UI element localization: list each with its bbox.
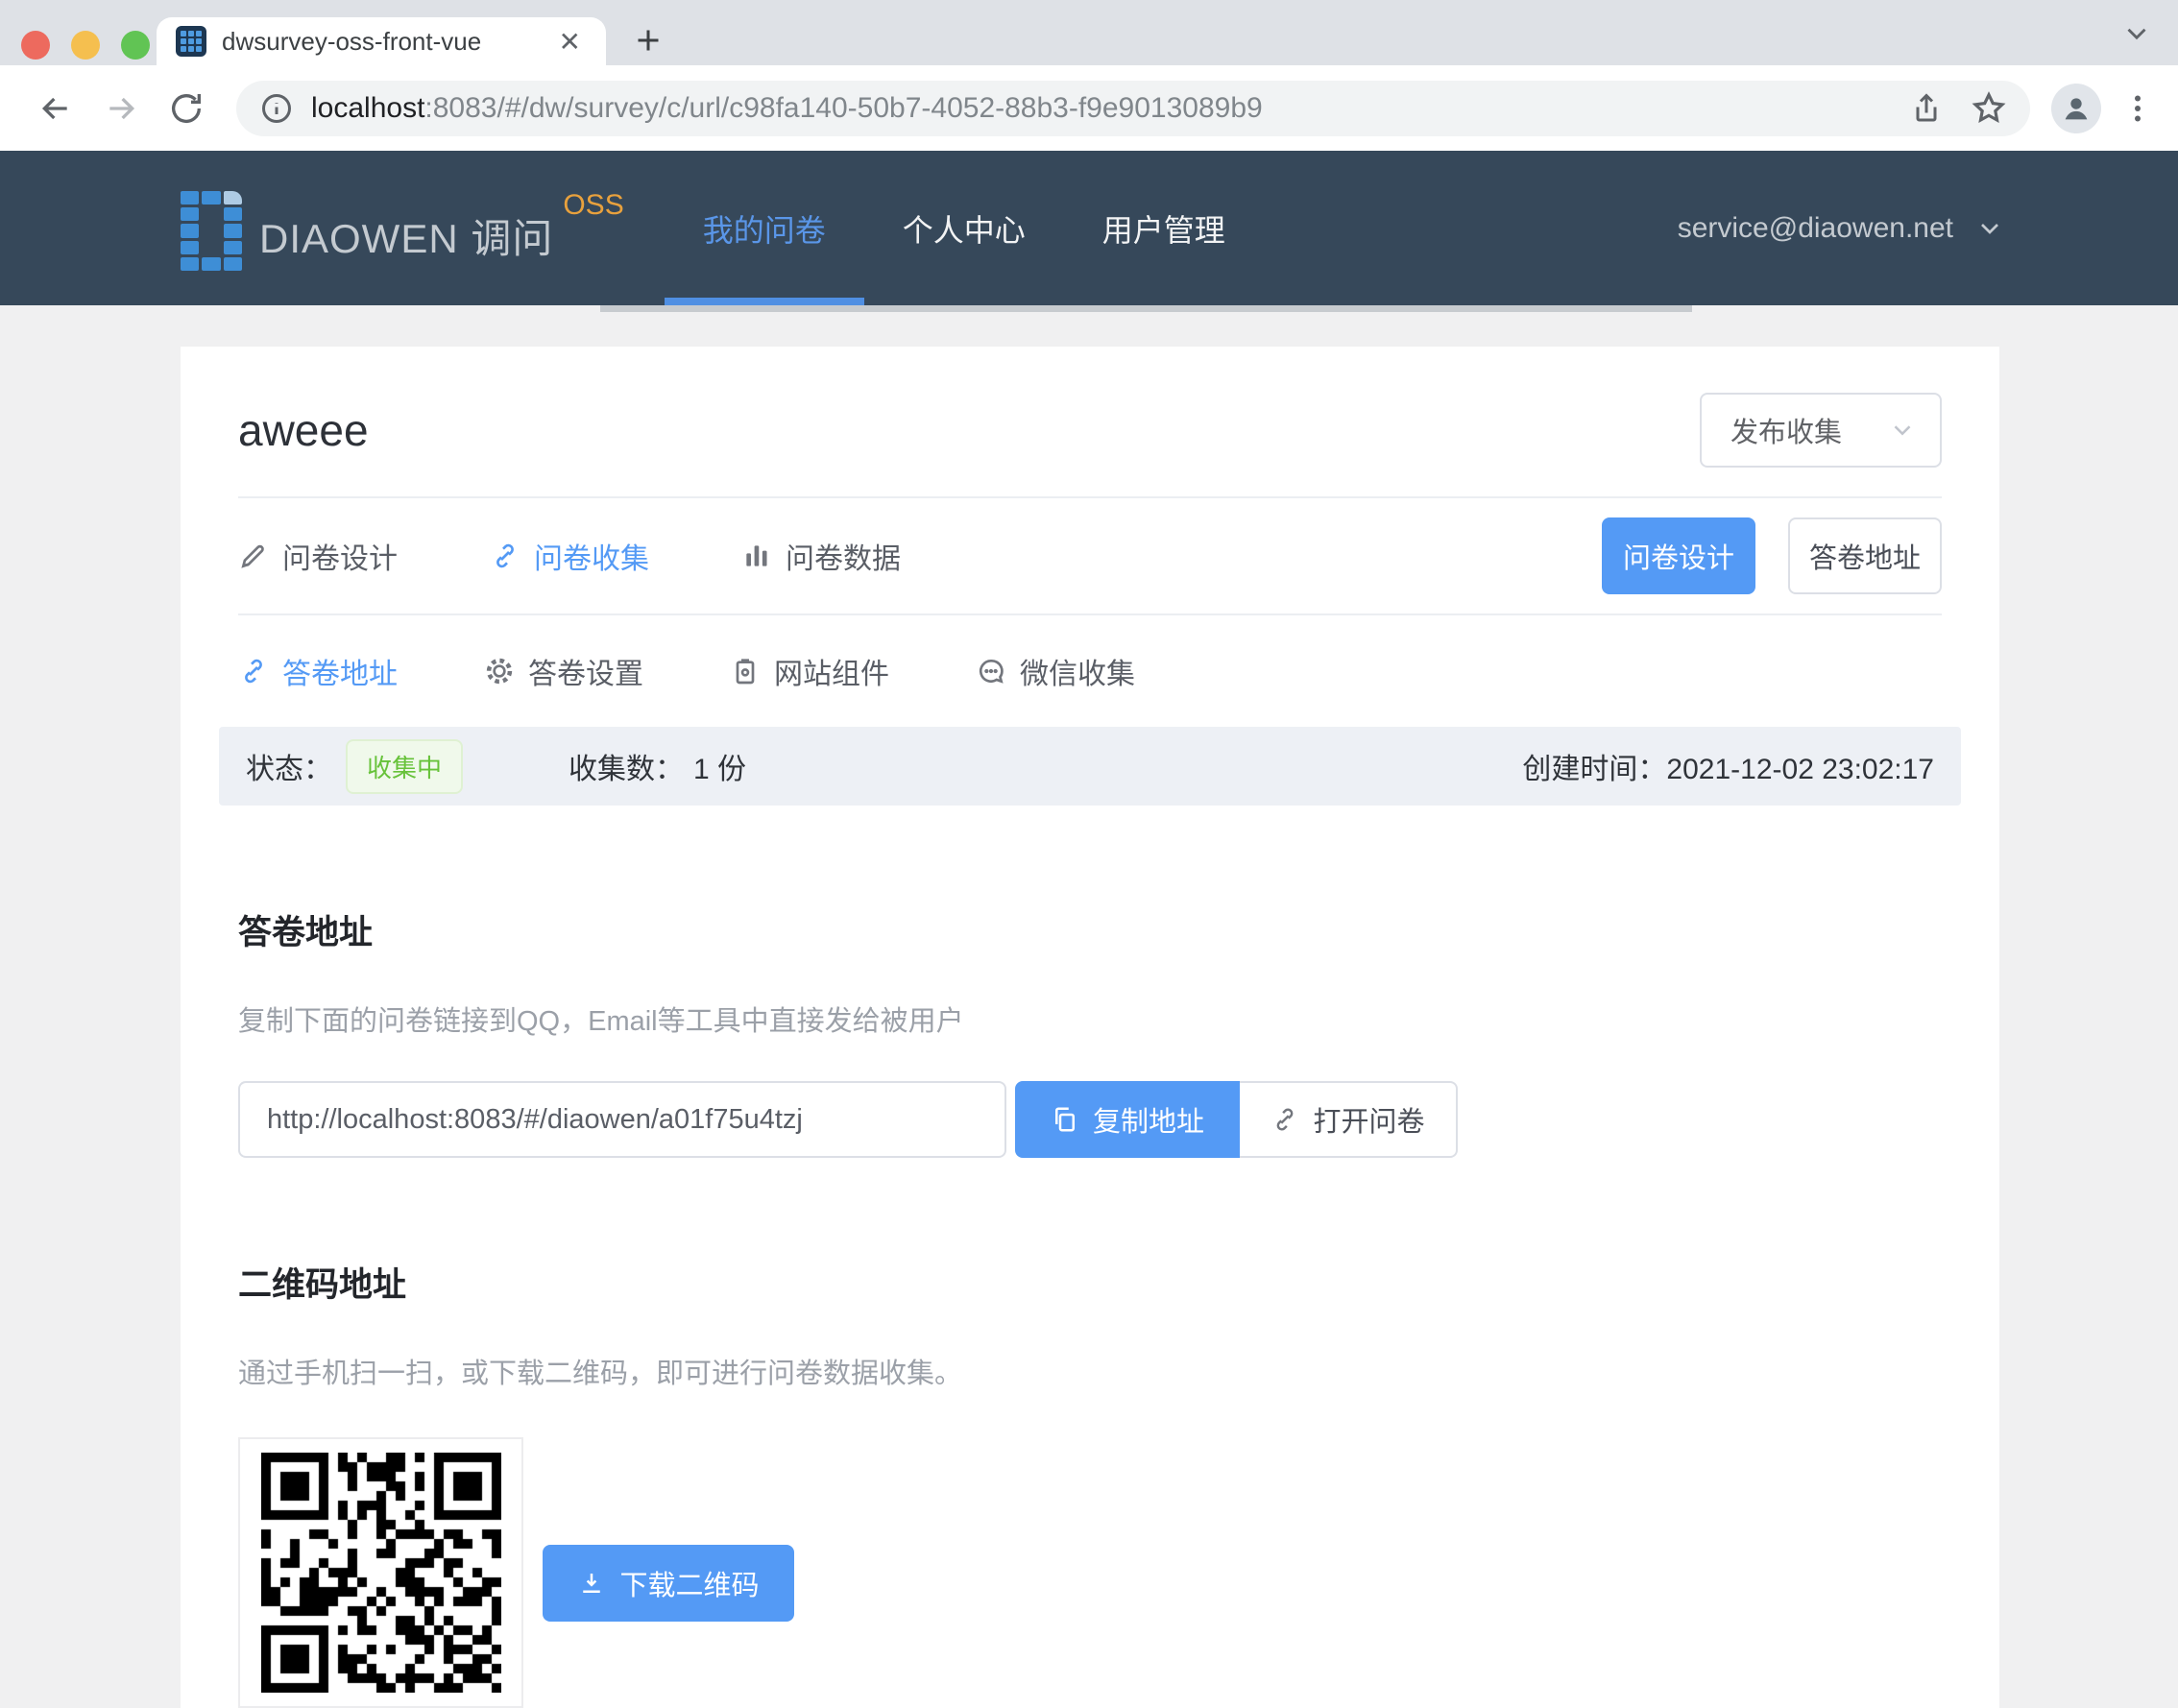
- menu-shadow: [600, 305, 1692, 312]
- url-text[interactable]: localhost:8083/#/dw/survey/c/url/c98fa14…: [311, 92, 1909, 125]
- url-bar[interactable]: localhost:8083/#/dw/survey/c/url/c98fa14…: [236, 81, 2030, 136]
- close-window-button[interactable]: [21, 31, 50, 60]
- subtab-answer-settings[interactable]: 答卷设置: [484, 650, 643, 692]
- favicon: [176, 26, 206, 57]
- chevron-down-icon: [1888, 416, 1917, 445]
- browser-profile-avatar[interactable]: [2051, 84, 2101, 133]
- nav-item-my-surveys[interactable]: 我的问卷: [665, 151, 864, 305]
- tab-close-icon[interactable]: ✕: [551, 22, 589, 61]
- new-tab-button[interactable]: [631, 23, 666, 58]
- widget-icon: [730, 656, 761, 686]
- subtab-answer-address[interactable]: 答卷地址: [238, 650, 398, 692]
- survey-tabs: 问卷设计 问卷收集 问卷数据 问卷设计 答卷地址: [238, 498, 1942, 613]
- gear-icon: [484, 656, 515, 686]
- survey-design-button[interactable]: 问卷设计: [1602, 517, 1755, 594]
- qr-code-image: [238, 1437, 523, 1708]
- bookmark-star-icon[interactable]: [1971, 90, 2007, 127]
- survey-title: aweee: [238, 404, 369, 456]
- subtab-site-widget[interactable]: 网站组件: [730, 650, 889, 692]
- answer-address-button[interactable]: 答卷地址: [1788, 517, 1942, 594]
- tab-survey-collect[interactable]: 问卷收集: [490, 535, 649, 577]
- nav-item-personal-center[interactable]: 个人中心: [864, 151, 1064, 305]
- minimize-window-button[interactable]: [71, 31, 100, 60]
- forward-button[interactable]: [102, 89, 140, 128]
- share-icon[interactable]: [1909, 91, 1944, 126]
- copy-address-button[interactable]: 复制地址: [1015, 1081, 1240, 1158]
- nav-item-user-management[interactable]: 用户管理: [1064, 151, 1264, 305]
- user-email: service@diaowen.net: [1678, 212, 1953, 245]
- answer-address-heading: 答卷地址: [238, 905, 1942, 954]
- open-survey-button[interactable]: 打开问卷: [1240, 1081, 1458, 1158]
- answer-address-desc: 复制下面的问卷链接到QQ，Email等工具中直接发给被用户: [238, 998, 1942, 1039]
- site-info-icon[interactable]: [259, 91, 294, 126]
- browser-menu-icon[interactable]: [2120, 91, 2155, 126]
- count-label: 收集数：: [569, 754, 684, 785]
- maximize-window-button[interactable]: [121, 31, 150, 60]
- link-icon: [1270, 1105, 1299, 1134]
- page-background: aweee 发布收集 问卷设计 问卷收集: [0, 305, 2178, 1708]
- download-qr-button[interactable]: 下载二维码: [543, 1545, 794, 1622]
- copy-icon: [1051, 1105, 1079, 1134]
- collect-subtabs: 答卷地址 答卷设置 网站组件 微信收集: [238, 615, 1942, 727]
- tab-search-chevron-icon[interactable]: [2120, 17, 2153, 50]
- subtab-wechat-collect[interactable]: 微信收集: [976, 650, 1135, 692]
- qr-address-desc: 通过手机扫一扫，或下载二维码，即可进行问卷数据收集。: [238, 1351, 1942, 1391]
- back-button[interactable]: [36, 89, 75, 128]
- reload-button[interactable]: [167, 89, 206, 128]
- browser-tab[interactable]: dwsurvey-oss-front-vue ✕: [157, 17, 606, 65]
- url-host: localhost: [311, 92, 424, 124]
- count-value: 1 份: [693, 754, 746, 785]
- qr-address-heading: 二维码地址: [238, 1258, 1942, 1307]
- status-badge: 收集中: [346, 739, 463, 794]
- browser-tab-strip: dwsurvey-oss-front-vue ✕: [0, 0, 2178, 65]
- survey-card: aweee 发布收集 问卷设计 问卷收集: [181, 347, 1999, 1708]
- browser-toolbar: localhost:8083/#/dw/survey/c/url/c98fa14…: [0, 65, 2178, 151]
- diaowen-logo-icon: [181, 191, 242, 272]
- created-label: 创建时间：: [1522, 754, 1666, 785]
- status-label: 状态：: [246, 745, 332, 787]
- url-path: :8083/#/dw/survey/c/url/c98fa140-50b7-40…: [424, 92, 1262, 124]
- app-header: DIAOWEN 调问 OSS 我的问卷 个人中心 用户管理 service@di…: [0, 151, 2178, 305]
- download-icon: [577, 1569, 606, 1598]
- tab-survey-design[interactable]: 问卷设计: [238, 535, 398, 577]
- brand-badge: OSS: [563, 189, 623, 222]
- app-logo[interactable]: DIAOWEN 调问 OSS: [181, 185, 624, 272]
- survey-link-input[interactable]: [238, 1081, 1006, 1158]
- publish-select-value: 发布收集: [1730, 410, 1888, 450]
- status-bar: 状态： 收集中 收集数： 1 份 创建时间：2021-12-02 23:02:17: [219, 727, 1961, 806]
- window-controls: [21, 31, 150, 60]
- pen-icon: [238, 541, 269, 571]
- brand-name: DIAOWEN 调问: [259, 206, 553, 265]
- wechat-icon: [976, 656, 1006, 686]
- link-icon: [238, 656, 269, 686]
- link-icon: [490, 541, 520, 571]
- main-menu: 我的问卷 个人中心 用户管理: [665, 151, 1264, 305]
- user-account-menu[interactable]: service@diaowen.net: [1678, 212, 2005, 245]
- tab-survey-data[interactable]: 问卷数据: [741, 535, 901, 577]
- publish-select[interactable]: 发布收集: [1700, 393, 1942, 468]
- tab-title: dwsurvey-oss-front-vue: [222, 27, 551, 57]
- bar-chart-icon: [741, 541, 772, 571]
- created-value: 2021-12-02 23:02:17: [1666, 754, 1934, 785]
- chevron-down-icon: [1974, 213, 2005, 244]
